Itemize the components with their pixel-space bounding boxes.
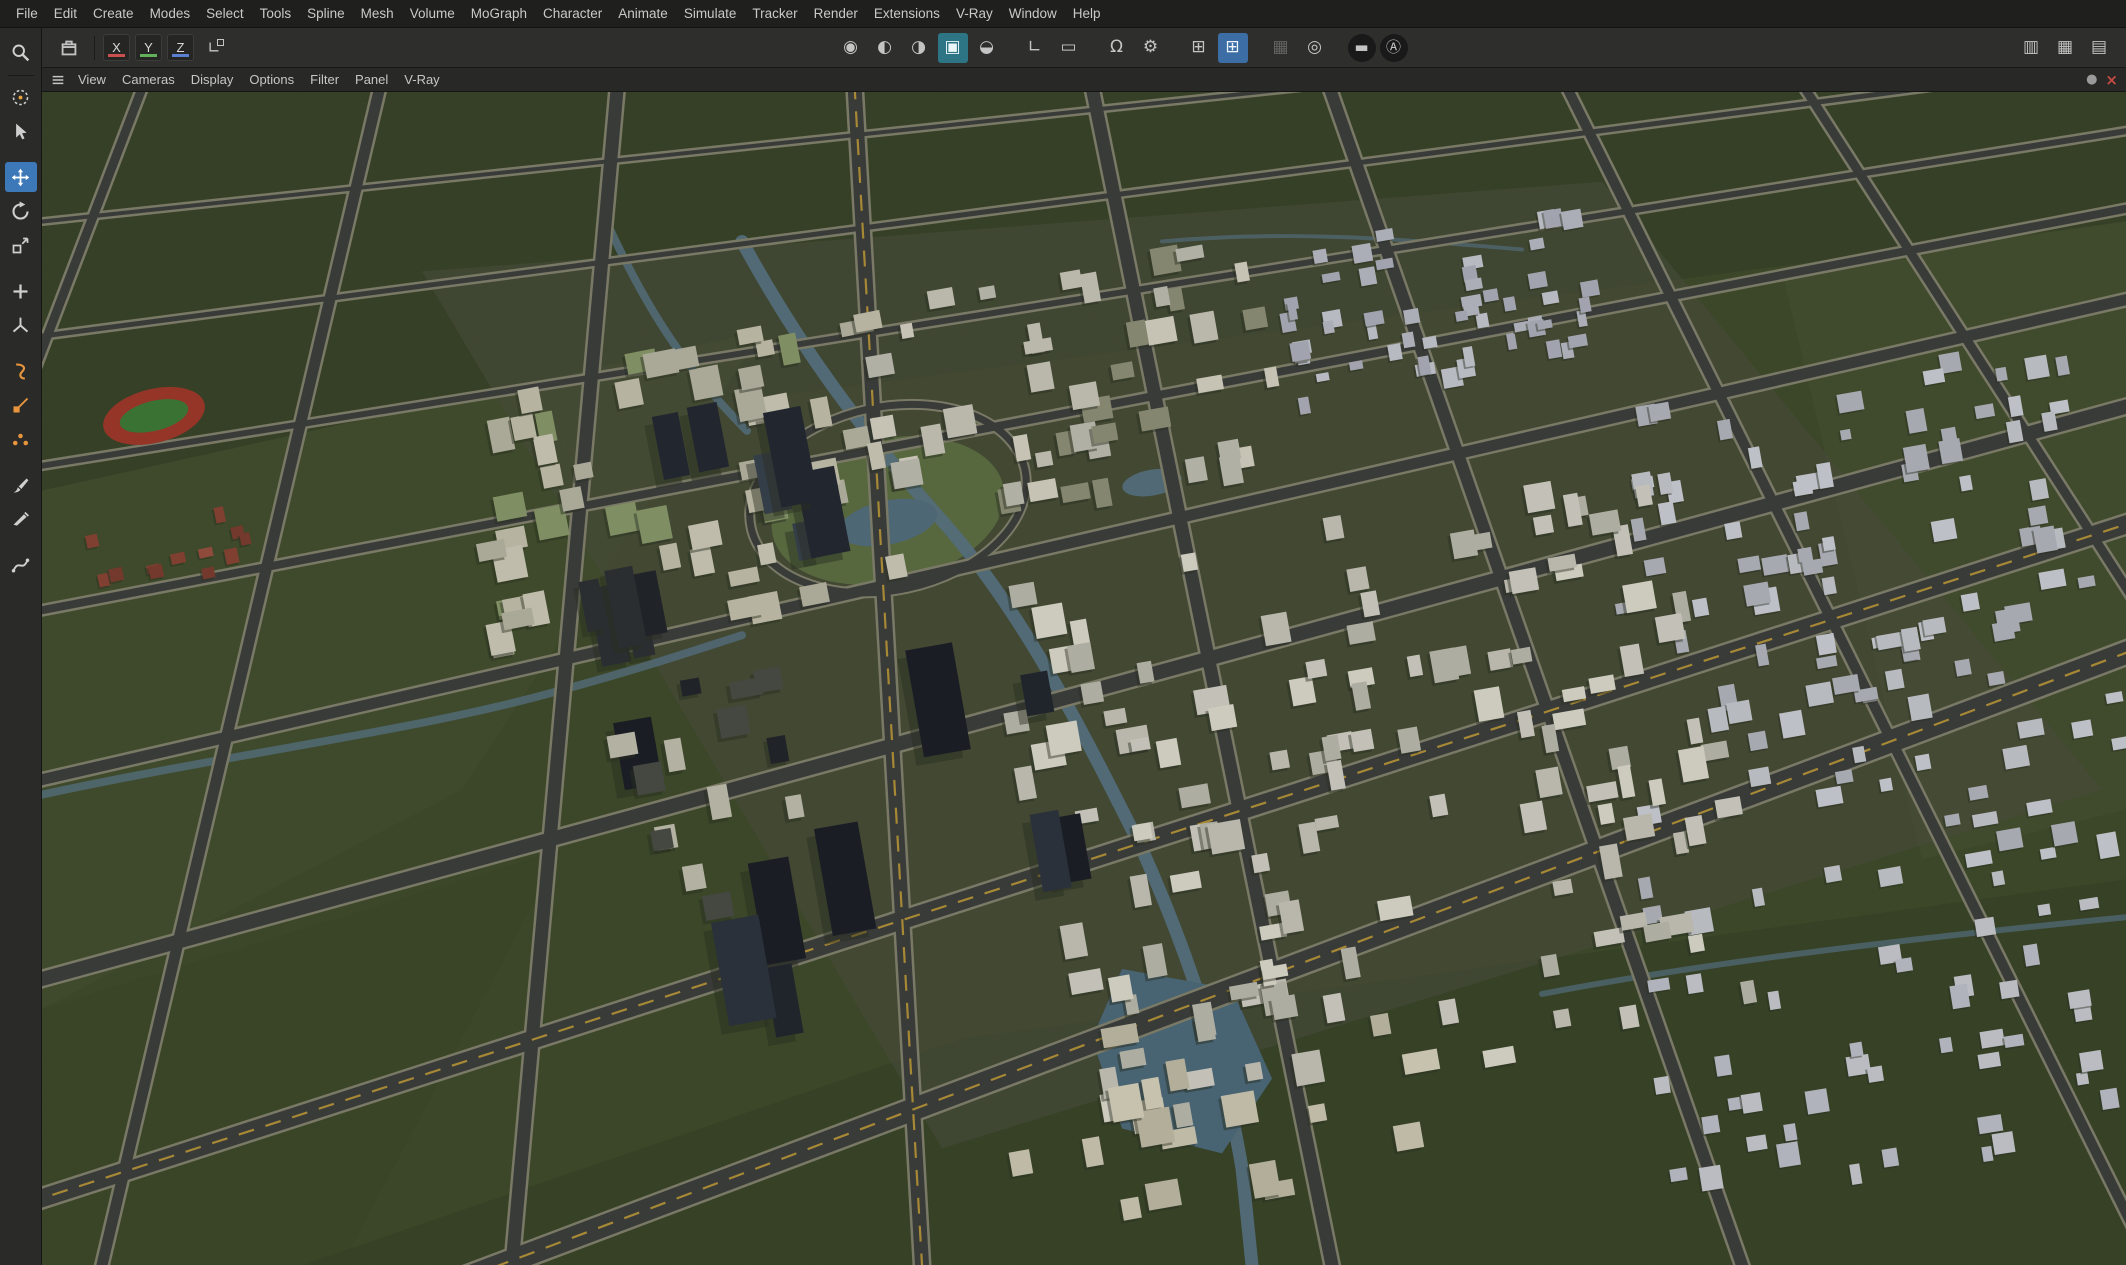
menu-help[interactable]: Help	[1065, 2, 1109, 25]
menu-edit[interactable]: Edit	[46, 2, 85, 25]
menu-mesh[interactable]: Mesh	[353, 2, 402, 25]
gear-icon[interactable]: ⚙	[1136, 33, 1166, 63]
axis-corner-icon[interactable]: ∟	[1020, 33, 1050, 63]
axis-tool-icon[interactable]	[5, 310, 37, 340]
points-tool-icon[interactable]	[5, 424, 37, 454]
tool-palette	[0, 28, 42, 1265]
brush-tool-icon[interactable]	[5, 470, 37, 500]
app-window: File Edit Create Modes Select Tools Spline Mesh…	[0, 0, 2126, 1265]
select-cursor-icon[interactable]	[5, 116, 37, 146]
target-icon[interactable]: ◎	[1300, 33, 1330, 63]
zoom-tool-icon[interactable]	[5, 37, 37, 67]
menu-spline[interactable]: Spline	[299, 2, 353, 25]
coordinate-system-icon[interactable]: ∟	[199, 33, 229, 63]
spline-pen-icon[interactable]	[5, 356, 37, 386]
menu-volume[interactable]: Volume	[402, 2, 463, 25]
toolbar-right: ▥ ▦ ▤	[2014, 33, 2116, 63]
viewport-menubar: View Cameras Display Options Filter Panel V-Ra…	[42, 68, 2126, 92]
move-tool-icon[interactable]	[4, 162, 37, 192]
viewport-menu-options[interactable]: Options	[241, 70, 302, 89]
render-view-icon[interactable]: ◉	[836, 33, 866, 63]
viewport-menu-filter[interactable]: Filter	[302, 70, 347, 89]
viewport-menu-panel[interactable]: Panel	[347, 70, 396, 89]
render-settings-icon[interactable]: ◑	[904, 33, 934, 63]
tool-separator	[7, 75, 34, 76]
axis-x-lock-button[interactable]: X	[103, 34, 130, 61]
content-browser-icon[interactable]	[54, 33, 84, 63]
close-view-icon[interactable]: ×	[2105, 71, 2118, 89]
menubar-items: File Edit Create Modes Select Tools Spline Mesh…	[8, 2, 1108, 25]
magnet-icon[interactable]: Ω	[1102, 33, 1132, 63]
menu-mograph[interactable]: MoGraph	[463, 2, 535, 25]
viewport-menu-items: View Cameras Display Options Filter Panel V-Ra…	[70, 70, 448, 89]
knife-tool-icon[interactable]	[5, 504, 37, 534]
capsule-icon[interactable]: ▬	[1347, 33, 1376, 62]
interactive-render-icon[interactable]: ◒	[972, 33, 1002, 63]
menu-modes[interactable]: Modes	[142, 2, 199, 25]
layout-panes-icon[interactable]: ▥	[2016, 33, 2046, 63]
city-scene	[42, 92, 2126, 1265]
menu-animate[interactable]: Animate	[610, 2, 676, 25]
spline-tool-icon[interactable]	[5, 550, 37, 580]
axis-z-lock-button[interactable]: Z	[167, 34, 194, 61]
toolbar-divider	[94, 35, 95, 60]
rotate-tool-icon[interactable]	[5, 196, 37, 226]
menubar: File Edit Create Modes Select Tools Spline Mesh…	[0, 0, 2126, 28]
grid-snap-icon[interactable]: ⊞	[1184, 33, 1214, 63]
viewport-menu-view[interactable]: View	[70, 70, 114, 89]
menu-extensions[interactable]: Extensions	[866, 2, 948, 25]
viewport-menu-icon[interactable]	[46, 70, 70, 90]
display-mode-icon[interactable]: ▣	[937, 32, 968, 63]
main-toolbar: XYZ ∟ ◉ ◐ ◑ ▣ ◒ ∟ ▭ Ω ⚙ ⊞ ⊞ ▦ ◎ ▬ Ⓐ ▥ ▦ ▤	[42, 28, 2126, 68]
live-selection-icon[interactable]	[5, 82, 37, 112]
menu-tools[interactable]: Tools	[252, 2, 300, 25]
viewport-menu-v-ray[interactable]: V-Ray	[396, 70, 447, 89]
layout-edge-icon[interactable]: ▤	[2084, 33, 2114, 63]
toolbar-center: ◉ ◐ ◑ ▣ ◒ ∟ ▭ Ω ⚙ ⊞ ⊞ ▦ ◎ ▬ Ⓐ	[834, 32, 1410, 63]
viewport-menu-right: ● ×	[2086, 71, 2118, 89]
viewport-3d[interactable]	[42, 92, 2126, 1265]
axis-y-lock-button[interactable]: Y	[135, 34, 162, 61]
letter-a-icon[interactable]: Ⓐ	[1379, 33, 1408, 62]
axis-lock-group: XYZ	[103, 34, 199, 61]
menu-render[interactable]: Render	[806, 2, 866, 25]
polygon-pen-icon[interactable]	[5, 390, 37, 420]
scale-tool-icon[interactable]	[5, 230, 37, 260]
grid-off-icon[interactable]: ▦	[1266, 33, 1296, 63]
menu-file[interactable]: File	[8, 2, 46, 25]
menu-v-ray[interactable]: V-Ray	[948, 2, 1001, 25]
viewport-menu-display[interactable]: Display	[183, 70, 242, 89]
menu-create[interactable]: Create	[85, 2, 142, 25]
render-region-icon[interactable]: ◐	[870, 33, 900, 63]
workplane-icon[interactable]: ▭	[1054, 33, 1084, 63]
grab-view-icon[interactable]: ●	[2086, 72, 2097, 87]
menu-window[interactable]: Window	[1001, 2, 1065, 25]
menu-tracker[interactable]: Tracker	[744, 2, 805, 25]
layout-grid-icon[interactable]: ▦	[2050, 33, 2080, 63]
quantize-icon[interactable]: ⊞	[1217, 32, 1248, 63]
menu-simulate[interactable]: Simulate	[676, 2, 745, 25]
menu-character[interactable]: Character	[535, 2, 610, 25]
menu-select[interactable]: Select	[198, 2, 252, 25]
viewport-menu-cameras[interactable]: Cameras	[114, 70, 183, 89]
transform-tool-icon[interactable]	[5, 276, 37, 306]
